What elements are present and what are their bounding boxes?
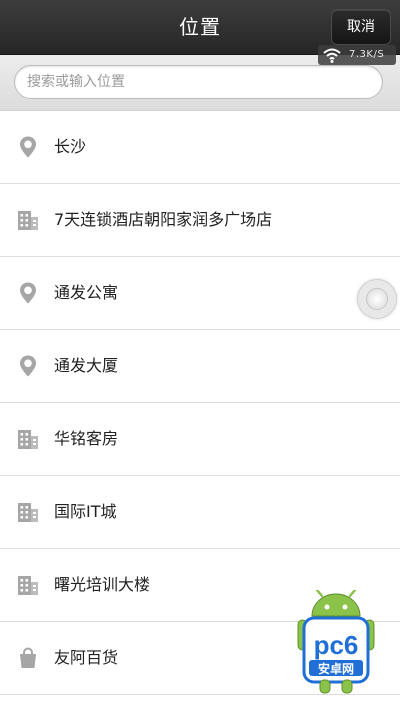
network-speed-indicator: 7.3K/S <box>318 45 396 65</box>
pc6-logo-icon: pc6 安卓网 <box>297 588 375 694</box>
building-icon <box>16 208 40 232</box>
map-pin-icon <box>16 281 40 305</box>
watermark-subtitle-text: 安卓网 <box>318 661 354 676</box>
watermark-brand-text: pc6 <box>314 630 359 660</box>
location-item[interactable]: 长沙 <box>0 111 400 184</box>
building-icon <box>16 500 40 524</box>
building-icon <box>16 427 40 451</box>
location-item[interactable]: 通发公寓 <box>0 257 400 330</box>
location-item-label: 国际IT城 <box>54 502 117 521</box>
shopping-bag-icon <box>16 646 40 670</box>
location-item-label: 友阿百货 <box>54 648 119 667</box>
pc6-watermark-logo: pc6 安卓网 <box>294 588 378 694</box>
network-speed-text: 7.3K/S <box>349 49 385 60</box>
location-item-label: 长沙 <box>54 137 87 156</box>
building-icon <box>16 573 40 597</box>
wifi-icon <box>323 48 341 63</box>
map-pin-icon <box>16 354 40 378</box>
search-input[interactable] <box>14 65 383 99</box>
location-item[interactable]: 华铭客房 <box>0 403 400 476</box>
location-item-label: 通发公寓 <box>54 283 119 302</box>
map-pin-icon <box>16 135 40 159</box>
floating-assist-icon <box>366 288 388 310</box>
location-item[interactable]: 通发大厦 <box>0 330 400 403</box>
location-item-label: 曙光培训大楼 <box>54 575 151 594</box>
location-picker-screen: 位置 取消 7.3K/S 长沙7天连锁酒店朝阳家润多广场店通发公寓通发大厦华铭客… <box>0 0 400 711</box>
location-item[interactable]: 7天连锁酒店朝阳家润多广场店 <box>0 184 400 257</box>
floating-assist-button[interactable] <box>357 279 397 319</box>
location-item-label: 华铭客房 <box>54 429 119 448</box>
location-item-label: 7天连锁酒店朝阳家润多广场店 <box>54 210 273 229</box>
location-item-label: 通发大厦 <box>54 356 119 375</box>
cancel-button[interactable]: 取消 <box>331 9 391 45</box>
location-item[interactable]: 国际IT城 <box>0 476 400 549</box>
